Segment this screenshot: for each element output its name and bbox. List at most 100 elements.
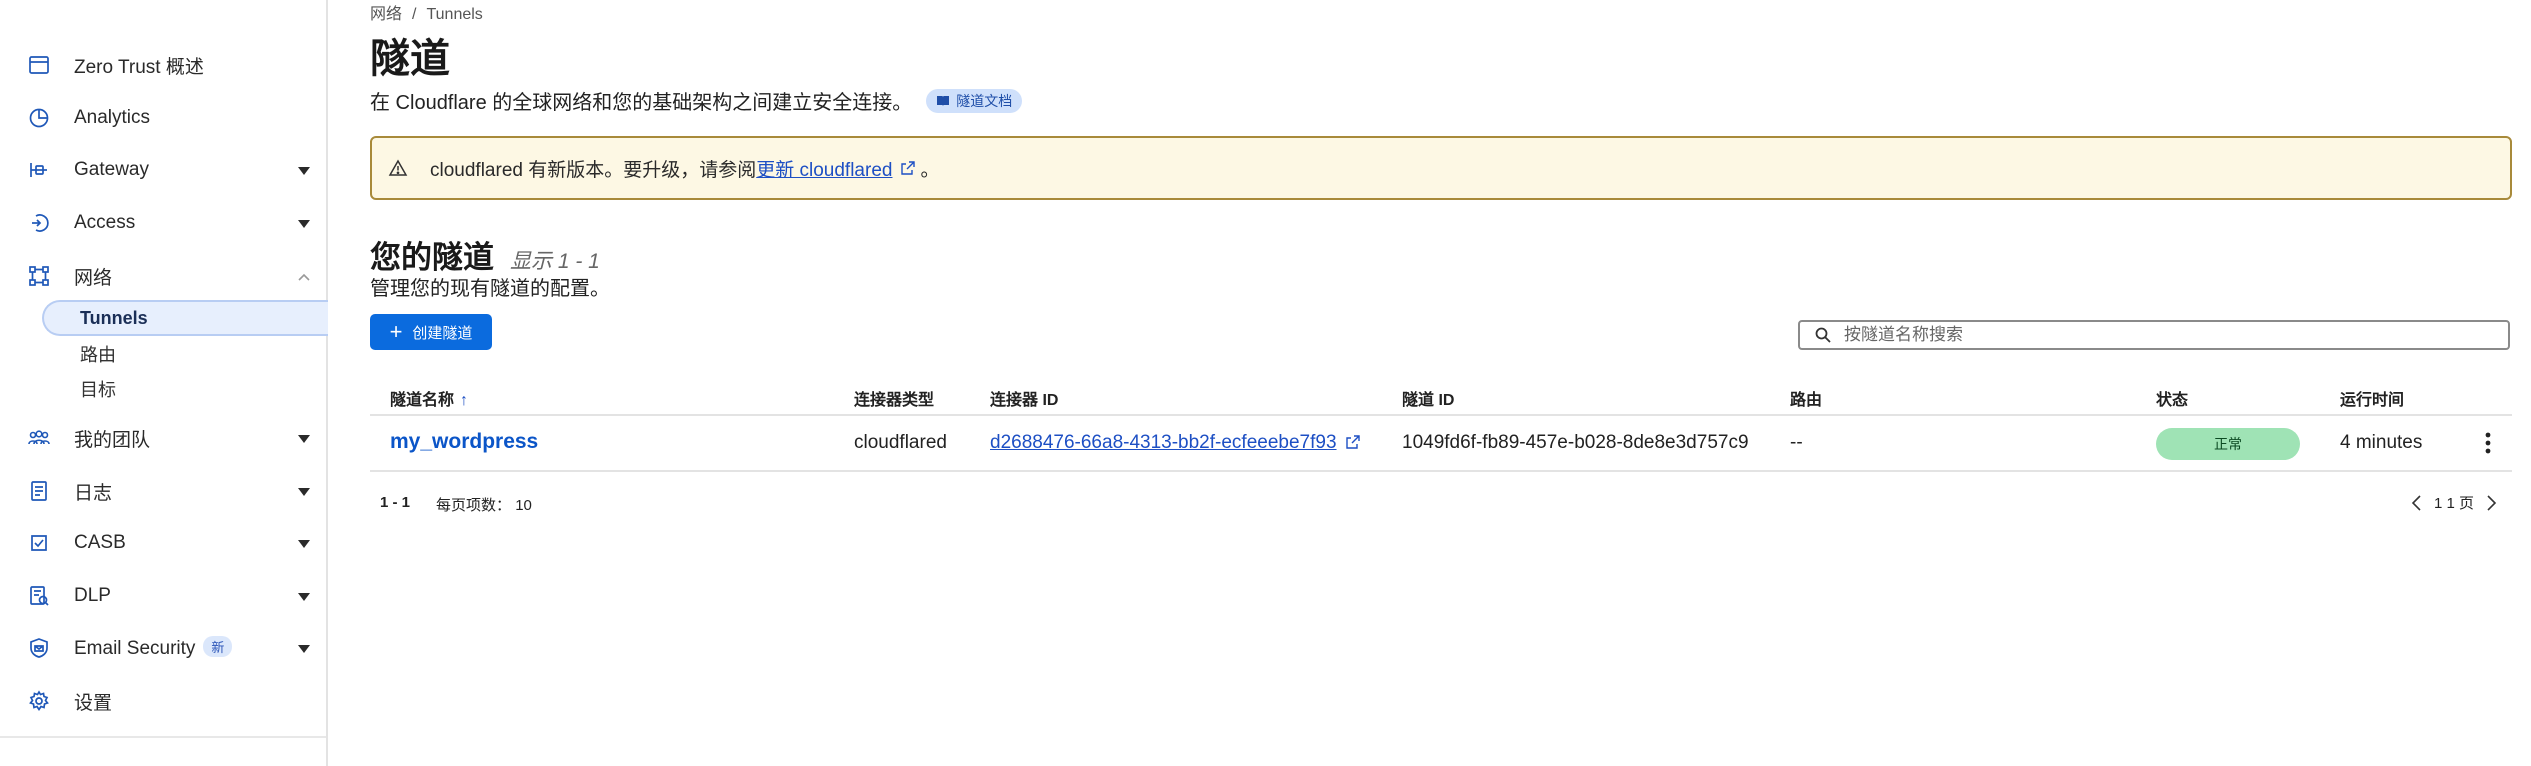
browser-window-icon xyxy=(28,54,50,76)
caret-up-icon xyxy=(298,273,310,281)
team-icon xyxy=(28,427,50,449)
sidebar-item-label: Analytics xyxy=(74,107,151,128)
caret-down-icon xyxy=(298,645,310,653)
tunnel-name-link[interactable]: my_wordpress xyxy=(390,430,538,454)
sidebar-item-label: 日志 xyxy=(74,482,113,504)
routes-cell: -- xyxy=(1790,432,1803,453)
tunnels-table: 隧道名称 ↑ 连接器类型 连接器 ID 隧道 ID 路由 状态 运行时间 my_w… xyxy=(370,378,2512,514)
breadcrumb-current: Tunnels xyxy=(426,6,483,23)
docs-link-badge[interactable]: 隧道文档 xyxy=(926,88,1023,113)
settings-gear-icon xyxy=(28,690,50,712)
pagination: 1 1 页 xyxy=(2410,492,2498,513)
sidebar-item-logs[interactable]: 日志 xyxy=(0,469,326,513)
sidebar-item-gateway[interactable]: Gateway xyxy=(0,148,326,192)
sidebar-item-label: 我的团队 xyxy=(74,429,151,451)
alert-text-end: 。 xyxy=(920,159,940,181)
sidebar-item-label: Access xyxy=(74,212,136,233)
warning-triangle-icon xyxy=(388,159,408,176)
column-header-name[interactable]: 隧道名称 ↑ xyxy=(390,386,468,410)
sidebar-divider xyxy=(0,736,326,738)
tunnels-section-header: 您的隧道 显示 1 - 1 xyxy=(370,232,600,277)
connector-id-link[interactable]: d2688476-66a8-4313-bb2f-ecfeeebe7f93 xyxy=(990,432,1337,453)
sidebar-item-label: 设置 xyxy=(74,692,113,714)
tunnel-search[interactable] xyxy=(1798,320,2510,350)
sidebar-item-label: 网络 xyxy=(74,267,113,289)
sidebar-item-casb[interactable]: CASB xyxy=(0,521,326,565)
caret-down-icon xyxy=(298,540,310,548)
logs-icon xyxy=(28,480,50,502)
column-header-connector-id: 连接器 ID xyxy=(990,392,1059,409)
email-security-icon xyxy=(28,637,50,659)
page-title: 隧道 xyxy=(370,37,450,81)
alert-text: cloudflared 有新版本。要升级，请参阅 xyxy=(430,159,757,181)
sidebar-subitem-label: 目标 xyxy=(80,380,116,400)
section-description: 管理您的现有隧道的配置。 xyxy=(370,278,610,300)
sidebar-subitem-routes[interactable]: 路由 xyxy=(42,336,328,372)
connector-id-cell: d2688476-66a8-4313-bb2f-ecfeeebe7f93 xyxy=(990,432,1361,454)
search-input[interactable] xyxy=(1842,324,2508,346)
casb-icon xyxy=(28,532,50,554)
pagination-range: 1 - 1 xyxy=(380,494,411,511)
sidebar-subitem-label: Tunnels xyxy=(80,307,148,328)
table-row: my_wordpress cloudflared d2688476-66a8-4… xyxy=(370,416,2512,472)
new-badge: 新 xyxy=(203,636,233,657)
page-description-text: 在 Cloudflare 的全球网络和您的基础架构之间建立安全连接。 xyxy=(370,92,913,114)
page-indicator: 1 1 页 xyxy=(2433,495,2474,512)
column-header-tunnel-id: 隧道 ID xyxy=(1402,392,1455,409)
docs-link-label: 隧道文档 xyxy=(956,92,1013,109)
create-tunnel-label: 创建隧道 xyxy=(412,324,473,342)
sidebar-item-my-team[interactable]: 我的团队 xyxy=(0,416,326,460)
gateway-icon xyxy=(28,159,50,181)
sidebar-item-dlp[interactable]: DLP xyxy=(0,574,326,618)
update-cloudflared-link[interactable]: 更新 cloudflared xyxy=(756,155,892,182)
dlp-icon xyxy=(28,585,50,607)
column-header-connector-type: 连接器类型 xyxy=(854,392,935,409)
sidebar-item-label: Zero Trust 概述 xyxy=(74,56,204,78)
breadcrumb: 网络 / Tunnels xyxy=(370,0,483,24)
caret-down-icon xyxy=(298,488,310,496)
caret-down-icon xyxy=(298,593,310,601)
create-tunnel-button[interactable]: + 创建隧道 xyxy=(370,314,492,350)
external-link-icon xyxy=(901,161,916,175)
per-page-label: 每页项数： xyxy=(436,497,512,514)
row-actions-kebab-icon[interactable] xyxy=(2478,428,2498,458)
sidebar-item-access[interactable]: Access xyxy=(0,201,326,245)
section-title: 您的隧道 xyxy=(370,240,494,275)
next-page-icon[interactable] xyxy=(2484,494,2498,512)
column-header-uptime: 运行时间 xyxy=(2340,392,2405,409)
sidebar-item-settings[interactable]: 设置 xyxy=(0,679,326,723)
network-icon xyxy=(28,265,50,287)
sidebar-item-label: DLP xyxy=(74,585,111,606)
analytics-icon xyxy=(28,107,50,129)
column-header-routes: 路由 xyxy=(1790,392,1823,409)
previous-page-icon[interactable] xyxy=(2410,494,2424,512)
sidebar: Zero Trust 概述 Analytics Gateway Access 网… xyxy=(0,0,328,766)
access-icon xyxy=(28,212,50,234)
column-header-label: 隧道名称 xyxy=(390,392,455,409)
sidebar-item-email-security[interactable]: Email Security 新 xyxy=(0,626,326,670)
sidebar-item-zero-trust-overview[interactable]: Zero Trust 概述 xyxy=(0,43,326,87)
book-icon xyxy=(937,95,950,106)
tunnel-id-cell: 1049fd6f-fb89-457e-b028-8de8e3d757c9 xyxy=(1402,432,1749,453)
sidebar-subitem-label: 路由 xyxy=(80,345,116,365)
column-header-status: 状态 xyxy=(2156,392,2189,409)
sidebar-subitem-targets[interactable]: 目标 xyxy=(42,371,328,407)
caret-down-icon xyxy=(298,220,310,228)
uptime-cell: 4 minutes xyxy=(2340,432,2423,453)
breadcrumb-separator: / xyxy=(412,6,417,23)
search-icon xyxy=(1815,327,1831,343)
table-header-row: 隧道名称 ↑ 连接器类型 连接器 ID 隧道 ID 路由 状态 运行时间 xyxy=(370,378,2512,416)
per-page-value: 10 xyxy=(515,497,532,514)
sidebar-item-label: Email Security xyxy=(74,638,196,659)
status-badge: 正常 xyxy=(2156,428,2300,460)
per-page-control[interactable]: 每页项数： 10 xyxy=(436,494,532,515)
table-footer: 1 - 1 每页项数： 10 1 1 页 xyxy=(370,488,2512,518)
sort-ascending-icon: ↑ xyxy=(460,392,469,409)
caret-down-icon xyxy=(298,435,310,443)
sidebar-item-network[interactable]: 网络 xyxy=(0,254,326,298)
sidebar-item-label-wrap: Email Security 新 xyxy=(74,636,233,660)
breadcrumb-link-network[interactable]: 网络 xyxy=(370,6,402,23)
main-content: 网络 / Tunnels 隧道 在 Cloudflare 的全球网络和您的基础架构之… xyxy=(370,0,2520,766)
sidebar-subitem-tunnels[interactable]: Tunnels xyxy=(42,300,328,336)
sidebar-item-analytics[interactable]: Analytics xyxy=(0,96,326,140)
